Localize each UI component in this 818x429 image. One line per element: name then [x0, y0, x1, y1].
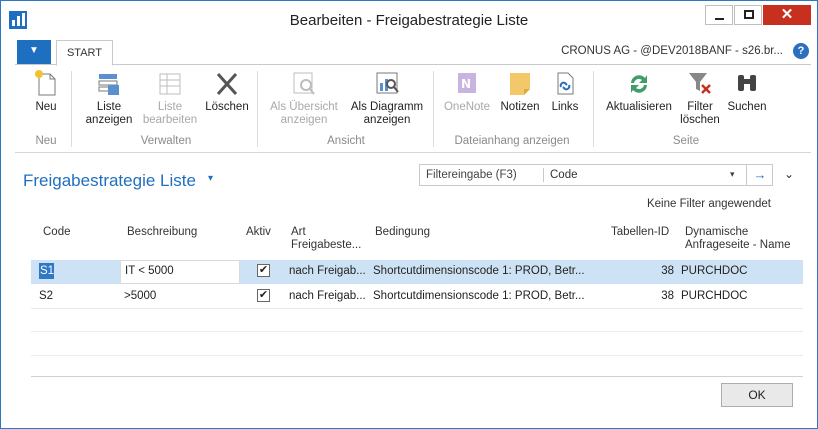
grid-divider — [31, 331, 803, 332]
column-header-art[interactable]: Art Freigabeste... — [291, 226, 361, 252]
column-header-code[interactable]: Code — [43, 226, 71, 239]
list-edit-icon — [157, 69, 183, 97]
list-view-icon — [96, 69, 122, 97]
minimize-icon — [715, 18, 724, 20]
delete-button[interactable]: Löschen — [203, 69, 251, 114]
clear-filter-icon — [687, 69, 713, 97]
group-separator — [71, 71, 72, 147]
group-separator — [257, 71, 258, 147]
chart-view-button[interactable]: Als Diagramm anzeigen — [347, 69, 427, 127]
row-code: S2 — [39, 290, 54, 302]
help-icon[interactable]: ? — [793, 43, 809, 59]
row-bedingung: Shortcutdimensionscode 1: PROD, Betr... — [373, 265, 585, 277]
refresh-icon — [626, 69, 652, 97]
tab-start[interactable]: START — [56, 40, 113, 66]
grid-divider — [31, 355, 803, 356]
chevron-down-icon: ▼ — [29, 45, 39, 56]
ok-button[interactable]: OK — [721, 383, 793, 407]
collapse-chevron-icon[interactable]: ⌄ — [784, 167, 794, 181]
aktiv-checkbox[interactable]: ✔ — [257, 264, 270, 277]
row-description: IT < 5000 — [125, 265, 174, 277]
link-icon — [552, 69, 578, 97]
chevron-down-icon[interactable]: ▾ — [208, 173, 213, 184]
filter-divider — [543, 168, 544, 182]
column-header-aktiv[interactable]: Aktiv — [246, 226, 271, 239]
maximize-icon — [744, 10, 754, 19]
overview-icon — [291, 69, 317, 97]
group-label-neu: Neu — [35, 135, 57, 147]
ribbon-tab-row: ▼ START CRONUS AG - @DEV2018BANF - s26.b… — [15, 39, 811, 66]
file-menu-button[interactable]: ▼ — [17, 40, 51, 64]
table-row[interactable]: S1 IT < 5000 ✔ nach Freigab... Shortcutd… — [31, 260, 803, 284]
new-document-icon — [33, 69, 59, 97]
group-label-verwalten: Verwalten — [140, 135, 192, 147]
list-edit-button[interactable]: Liste bearbeiten — [139, 69, 201, 127]
row-art: nach Freigab... — [289, 265, 366, 277]
chevron-down-icon[interactable]: ▾ — [730, 169, 735, 180]
delete-icon — [214, 69, 240, 97]
refresh-button[interactable]: Aktualisieren — [603, 69, 675, 114]
row-code[interactable]: S1 — [39, 263, 54, 279]
svg-text:N: N — [461, 77, 471, 91]
app-window: Bearbeiten - Freigabestrategie Liste ✕ ▼… — [0, 0, 818, 429]
column-header-dyn-anfrageseite[interactable]: Dynamische Anfrageseite - Name — [685, 226, 790, 252]
ribbon: Neu Neu Liste anzeigen Liste bearbeiten … — [15, 65, 811, 153]
binoculars-icon — [734, 69, 760, 97]
clear-filter-button[interactable]: Filter löschen — [677, 69, 723, 127]
row-tabellen-id: 38 — [661, 265, 674, 277]
filter-input[interactable]: Filtereingabe (F3) — [426, 169, 517, 181]
close-button[interactable]: ✕ — [763, 5, 811, 25]
group-separator — [433, 71, 434, 147]
column-header-beschreibung[interactable]: Beschreibung — [127, 226, 197, 239]
row-art: nach Freigab... — [289, 290, 366, 302]
row-tabellen-id: 38 — [661, 290, 674, 302]
overview-button[interactable]: Als Übersicht anzeigen — [265, 69, 343, 127]
row-dyn-anfrageseite: PURCHDOC — [681, 265, 748, 277]
title-bar: Bearbeiten - Freigabestrategie Liste ✕ — [1, 1, 817, 39]
group-label-ansicht: Ansicht — [327, 135, 365, 147]
minimize-button[interactable] — [705, 5, 733, 25]
new-button[interactable]: Neu — [31, 69, 61, 114]
chart-icon — [374, 69, 400, 97]
filter-field-select[interactable]: Code — [550, 169, 578, 181]
table-row[interactable]: S2 >5000 ✔ nach Freigab... Shortcutdimen… — [31, 285, 803, 309]
grid-bottom-border — [31, 376, 803, 377]
group-label-seite: Seite — [672, 135, 700, 147]
group-separator — [593, 71, 594, 147]
notes-icon — [507, 69, 533, 97]
window-title: Bearbeiten - Freigabestrategie Liste — [289, 12, 529, 29]
row-dyn-anfrageseite: PURCHDOC — [681, 290, 748, 302]
maximize-button[interactable] — [734, 5, 762, 25]
company-label: CRONUS AG - @DEV2018BANF - s26.br... — [561, 45, 783, 57]
row-description: >5000 — [124, 290, 157, 302]
row-bedingung: Shortcutdimensionscode 1: PROD, Betr... — [373, 290, 585, 302]
onenote-icon: N — [454, 69, 480, 97]
filter-box: Filtereingabe (F3) Code ▾ → — [419, 164, 773, 186]
aktiv-checkbox[interactable]: ✔ — [257, 289, 270, 302]
filter-status: Keine Filter angewendet — [646, 198, 771, 210]
close-icon: ✕ — [780, 6, 794, 23]
filter-go-button[interactable]: → — [746, 165, 773, 185]
onenote-button[interactable]: N OneNote — [441, 69, 493, 114]
group-label-dateianhang: Dateianhang anzeigen — [454, 135, 570, 147]
column-header-bedingung[interactable]: Bedingung — [375, 226, 430, 239]
links-button[interactable]: Links — [547, 69, 583, 114]
notes-button[interactable]: Notizen — [497, 69, 543, 114]
search-button[interactable]: Suchen — [725, 69, 769, 114]
list-view-button[interactable]: Liste anzeigen — [81, 69, 137, 127]
page-title: Freigabestrategie Liste — [23, 171, 196, 190]
description-field[interactable]: IT < 5000 — [120, 260, 240, 284]
column-header-tabellen-id[interactable]: Tabellen-ID — [611, 226, 669, 239]
